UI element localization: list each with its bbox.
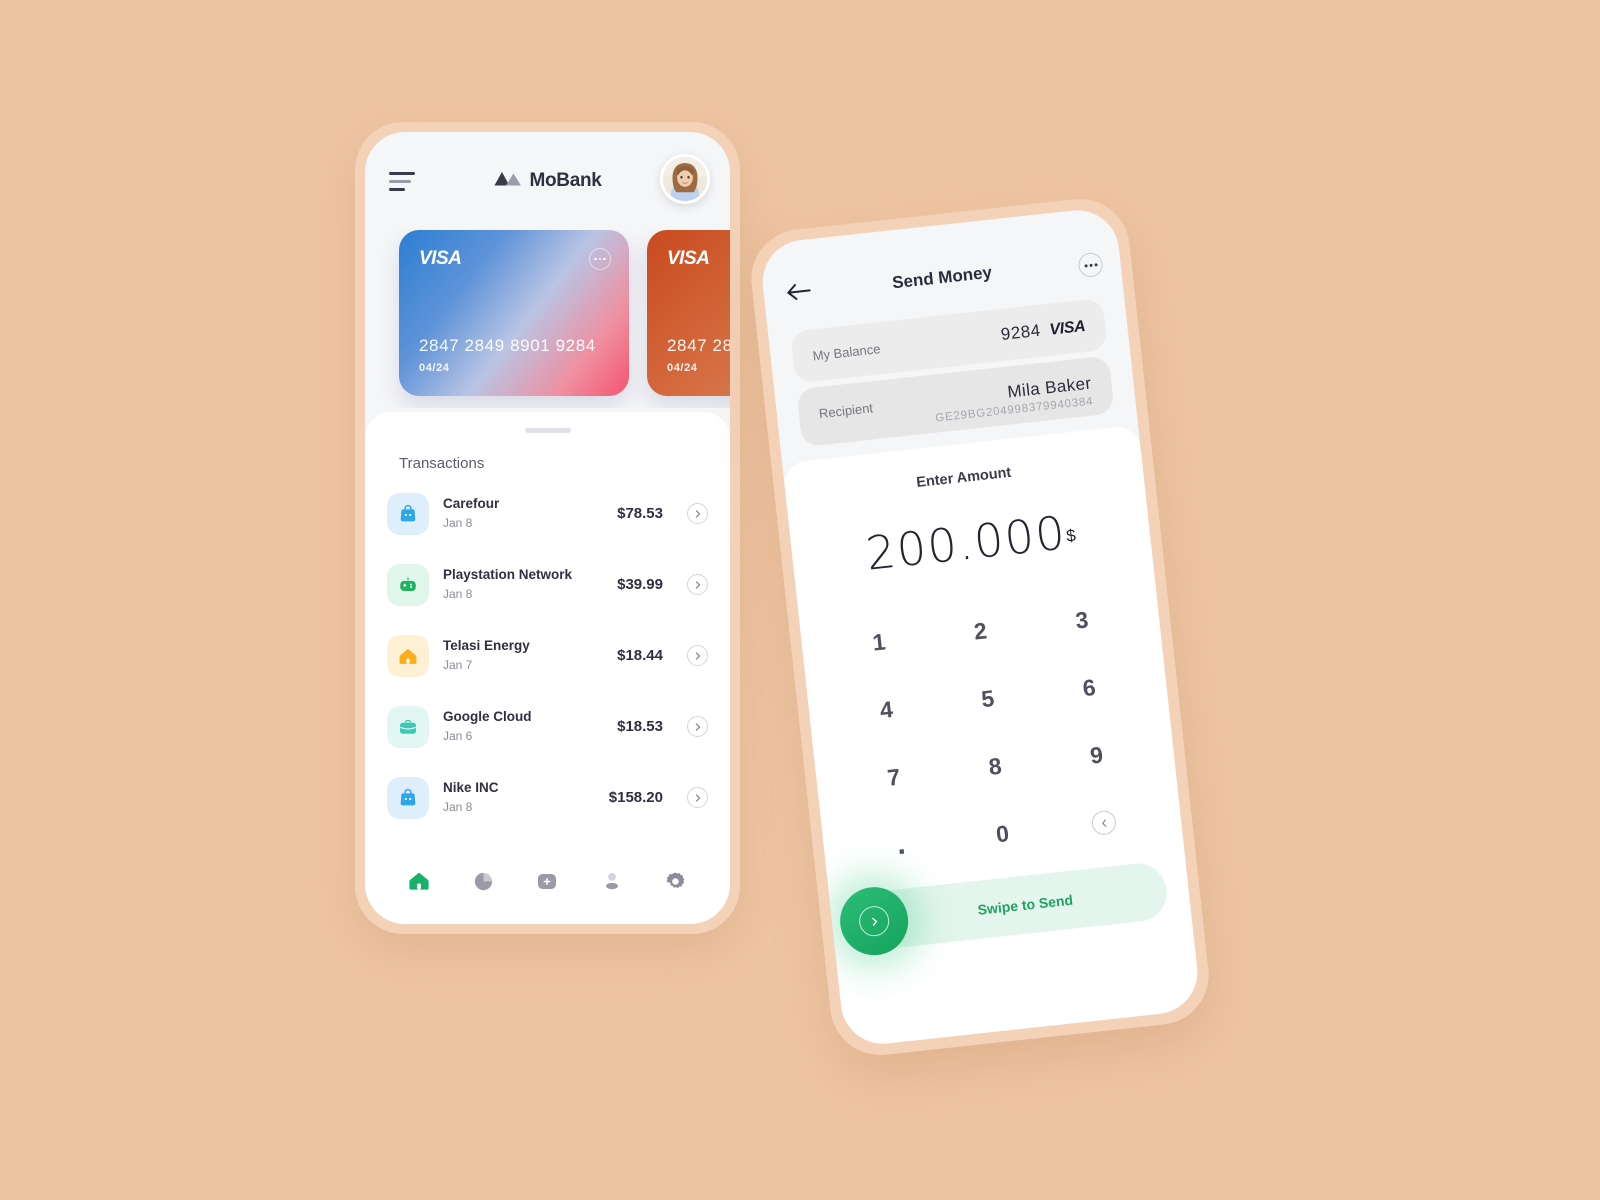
recipient-label: Recipient <box>818 399 874 421</box>
transaction-name: Playstation Network <box>443 567 573 583</box>
pie-chart-icon[interactable] <box>466 864 500 898</box>
keypad-key-1[interactable]: 1 <box>844 611 914 674</box>
chevron-right-icon[interactable] <box>687 574 708 595</box>
transaction-name: Carefour <box>443 496 500 512</box>
keypad-key-4[interactable]: 4 <box>852 678 922 741</box>
card-expiry: 04/24 <box>419 362 450 374</box>
transactions-list: Carefour Jan 8 $78.53 Playstation Networ… <box>365 478 730 833</box>
transaction-info: Nike INC Jan 8 <box>443 779 595 815</box>
phone-home-screen: MoBank VISA 2847 2849 8901 9284 04/24 VI… <box>365 132 730 924</box>
credit-card-secondary[interactable]: VISA 2847 2849 8901 9284 04/24 <box>647 230 730 396</box>
card-number: 2847 2849 8901 9284 <box>667 336 730 355</box>
numeric-keypad: 1 2 3 4 5 6 7 8 9 . 0 <box>825 581 1159 884</box>
home-topbar: MoBank <box>365 132 730 230</box>
page-title: Send Money <box>891 262 993 293</box>
keypad-key-9[interactable]: 9 <box>1062 724 1132 787</box>
profile-person-icon[interactable] <box>595 864 629 898</box>
chevron-right-icon[interactable] <box>687 787 708 808</box>
card-expiry: 04/24 <box>667 362 698 374</box>
swipe-to-send-label: Swipe to Send <box>976 891 1074 918</box>
table-row[interactable]: Nike INC Jan 8 $158.20 <box>387 762 708 833</box>
mockup-stage: MoBank VISA 2847 2849 8901 9284 04/24 VI… <box>0 0 1600 1200</box>
hamburger-menu-icon[interactable] <box>389 171 415 191</box>
send-money-top: Send Money My Balance 9284 VISA Recipient… <box>758 206 1136 449</box>
card-number: 2847 2849 8901 9284 <box>419 336 596 355</box>
keypad-key-backspace[interactable] <box>1069 791 1139 854</box>
transaction-date: Jan 7 <box>443 657 473 672</box>
transaction-info: Telasi Energy Jan 7 <box>443 637 603 673</box>
keypad-key-7[interactable]: 7 <box>859 746 929 809</box>
balance-label: My Balance <box>811 340 882 363</box>
visa-logo: VISA <box>419 248 462 269</box>
keypad-key-5[interactable]: 5 <box>953 667 1023 730</box>
chevron-right-icon[interactable] <box>687 716 708 737</box>
transaction-name: Telasi Energy <box>443 638 530 654</box>
transaction-date: Jan 8 <box>443 515 473 530</box>
phone-send-money-frame: Send Money My Balance 9284 VISA Recipient… <box>746 193 1214 1061</box>
transaction-amount: $18.53 <box>617 718 663 735</box>
more-options-icon[interactable] <box>1077 251 1104 279</box>
balance-value-group: 9284 VISA <box>1000 316 1086 345</box>
transaction-info: Carefour Jan 8 <box>443 495 603 531</box>
chevron-right-icon[interactable] <box>687 645 708 666</box>
back-arrow-icon[interactable] <box>785 281 813 307</box>
brand-name: MoBank <box>529 170 602 191</box>
visa-logo: VISA <box>1048 317 1087 339</box>
transactions-sheet: Transactions Carefour Jan 8 $78.53 Plays… <box>365 412 730 924</box>
shopping-bag-icon <box>387 776 429 819</box>
carousel-pager[interactable] <box>365 396 730 408</box>
keypad-key-8[interactable]: 8 <box>960 735 1030 798</box>
transaction-date: Jan 8 <box>443 586 473 601</box>
card-more-icon[interactable] <box>589 248 611 270</box>
phone-home-screen-frame: MoBank VISA 2847 2849 8901 9284 04/24 VI… <box>355 122 740 934</box>
gamepad-icon <box>387 563 429 606</box>
table-row[interactable]: Google Cloud Jan 6 $18.53 <box>387 691 708 762</box>
keypad-key-decimal[interactable]: . <box>866 814 936 877</box>
table-row[interactable]: Carefour Jan 8 $78.53 <box>387 478 708 549</box>
visa-logo: VISA <box>667 248 710 269</box>
transaction-amount: $158.20 <box>608 789 663 806</box>
transaction-amount: $78.53 <box>617 505 663 522</box>
amount-value: 200.000 <box>863 505 1069 581</box>
cards-row: VISA 2847 2849 8901 9284 04/24 VISA 2847… <box>399 230 730 396</box>
keypad-key-3[interactable]: 3 <box>1047 589 1117 652</box>
keypad-key-0[interactable]: 0 <box>968 802 1038 865</box>
transaction-date: Jan 8 <box>443 799 473 814</box>
mountain-logo-icon <box>493 171 521 191</box>
enter-amount-label: Enter Amount <box>915 464 1013 491</box>
house-icon <box>387 634 429 677</box>
transaction-amount: $18.44 <box>617 647 663 664</box>
chevron-right-icon <box>857 904 891 938</box>
transactions-heading: Transactions <box>399 455 485 472</box>
keypad-key-2[interactable]: 2 <box>946 600 1016 663</box>
transaction-name: Nike INC <box>443 780 499 796</box>
cards-carousel[interactable]: VISA 2847 2849 8901 9284 04/24 VISA 2847… <box>365 230 730 408</box>
briefcase-icon <box>387 705 429 748</box>
backspace-chevron-icon <box>1090 809 1118 836</box>
transaction-name: Google Cloud <box>443 709 532 725</box>
table-row[interactable]: Playstation Network Jan 8 $39.99 <box>387 549 708 620</box>
phone-send-money-screen: Send Money My Balance 9284 VISA Recipient… <box>758 206 1202 1048</box>
currency-symbol: $ <box>1065 525 1077 546</box>
home-icon[interactable] <box>402 864 436 898</box>
shopping-bag-icon <box>387 492 429 535</box>
settings-gear-icon[interactable] <box>659 864 693 898</box>
transaction-info: Google Cloud Jan 6 <box>443 708 603 744</box>
swipe-to-send-knob[interactable] <box>836 883 912 959</box>
table-row[interactable]: Telasi Energy Jan 7 $18.44 <box>387 620 708 691</box>
balance-value: 9284 <box>999 320 1042 344</box>
credit-card-primary[interactable]: VISA 2847 2849 8901 9284 04/24 <box>399 230 629 396</box>
user-avatar-photo[interactable] <box>660 154 710 204</box>
transaction-info: Playstation Network Jan 8 <box>443 566 603 602</box>
add-plus-icon[interactable] <box>530 864 564 898</box>
amount-display[interactable]: 200.000$ <box>816 499 1126 586</box>
transaction-amount: $39.99 <box>617 576 663 593</box>
brand: MoBank <box>493 170 602 192</box>
keypad-key-6[interactable]: 6 <box>1054 656 1124 719</box>
transaction-date: Jan 6 <box>443 728 473 743</box>
amount-entry-panel: Enter Amount 200.000$ 1 2 3 4 5 6 7 8 9 … <box>782 424 1202 1048</box>
bottom-tabbar <box>365 852 730 924</box>
chevron-right-icon[interactable] <box>687 503 708 524</box>
